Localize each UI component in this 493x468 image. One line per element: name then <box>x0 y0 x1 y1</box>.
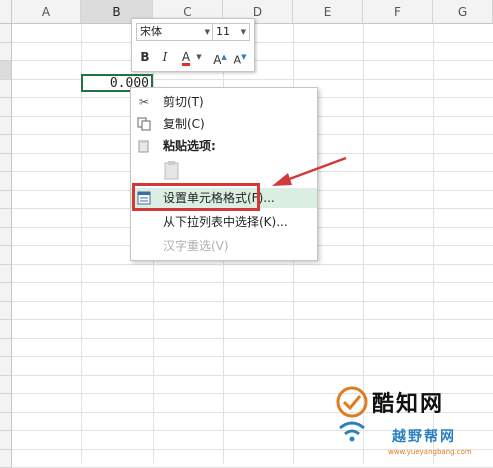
row-header[interactable] <box>0 191 12 210</box>
font-color-button[interactable]: A <box>178 48 194 66</box>
select-all-corner[interactable] <box>0 0 12 24</box>
row-header[interactable] <box>0 394 12 413</box>
row-header[interactable] <box>0 450 12 468</box>
row-header[interactable] <box>0 302 12 321</box>
menu-item-label: 复制(C) <box>163 114 205 134</box>
copy-icon <box>137 117 151 131</box>
row-gridline <box>12 264 493 265</box>
caret-down-icon: ▼ <box>241 53 246 61</box>
row-gridline <box>12 282 493 283</box>
menu-item-copy[interactable]: 复制(C) <box>131 114 317 134</box>
font-size-dropdown[interactable]: 11 ▼ <box>212 23 250 41</box>
mini-toolbar: 宋体 ▼ 11 ▼ B I A ▼ A▲ A▼ <box>131 18 255 72</box>
menu-item-label: 剪切(T) <box>163 92 204 112</box>
row-header[interactable] <box>0 172 12 191</box>
row-header[interactable] <box>0 246 12 265</box>
menu-item-hanzi-reselect: 汉字重选(V) <box>131 236 317 256</box>
annotation-highlight-box <box>132 183 260 211</box>
grow-font-button[interactable]: A▲ <box>212 48 228 66</box>
column-header-f[interactable]: F <box>363 0 433 24</box>
watermark-logo <box>334 384 370 444</box>
font-name-value: 宋体 <box>140 25 162 38</box>
row-header[interactable] <box>0 117 12 136</box>
watermark: 酷知网 越野帮网 www.yueyangbang.com <box>332 372 492 464</box>
row-header[interactable] <box>0 154 12 173</box>
column-header-a[interactable]: A <box>12 0 81 24</box>
paste-icon <box>137 139 151 153</box>
row-gridline <box>12 319 493 320</box>
chevron-down-icon: ▼ <box>241 24 246 40</box>
menu-item-paste-options: 粘贴选项: <box>131 136 317 156</box>
row-header[interactable] <box>0 43 12 62</box>
row-header[interactable] <box>0 61 12 80</box>
row-header[interactable] <box>0 339 12 358</box>
menu-item-label: 汉字重选(V) <box>163 236 229 256</box>
font-color-dropdown-icon[interactable]: ▼ <box>195 48 203 66</box>
menu-item-cut[interactable]: ✂ 剪切(T) <box>131 92 317 112</box>
row-header[interactable] <box>0 320 12 339</box>
font-name-dropdown[interactable]: 宋体 ▼ <box>136 23 214 41</box>
clipboard-icon <box>163 160 181 180</box>
row-gridline <box>12 338 493 339</box>
row-header[interactable] <box>0 98 12 117</box>
watermark-url: www.yueyangbang.com <box>388 448 472 456</box>
chevron-down-icon: ▼ <box>205 24 210 40</box>
row-header[interactable] <box>0 24 12 43</box>
row-header[interactable] <box>0 135 12 154</box>
menu-item-label: 从下拉列表中选择(K)... <box>163 212 288 232</box>
row-header[interactable] <box>0 265 12 284</box>
column-header-e[interactable]: E <box>293 0 363 24</box>
menu-item-pick-from-list[interactable]: 从下拉列表中选择(K)... <box>131 212 317 232</box>
caret-up-icon: ▲ <box>221 53 226 61</box>
column-header-g[interactable]: G <box>433 0 493 24</box>
row-header[interactable] <box>0 80 12 99</box>
row-header[interactable] <box>0 228 12 247</box>
watermark-subtitle: 越野帮网 <box>392 426 456 446</box>
row-header[interactable] <box>0 413 12 432</box>
shrink-font-button[interactable]: A▼ <box>232 48 248 66</box>
font-size-value: 11 <box>216 25 230 38</box>
shrink-font-label: A <box>234 54 242 67</box>
annotation-arrow-icon <box>268 155 350 189</box>
row-header[interactable] <box>0 431 12 450</box>
row-header[interactable] <box>0 209 12 228</box>
row-header[interactable] <box>0 283 12 302</box>
row-gridline <box>12 356 493 357</box>
italic-button[interactable]: I <box>158 48 172 66</box>
menu-item-label: 粘贴选项: <box>163 136 216 156</box>
row-header[interactable] <box>0 376 12 395</box>
bold-button[interactable]: B <box>138 48 152 66</box>
scissors-icon: ✂ <box>137 95 151 109</box>
row-gridline <box>12 301 493 302</box>
watermark-title: 酷知网 <box>372 386 444 418</box>
row-header[interactable] <box>0 357 12 376</box>
